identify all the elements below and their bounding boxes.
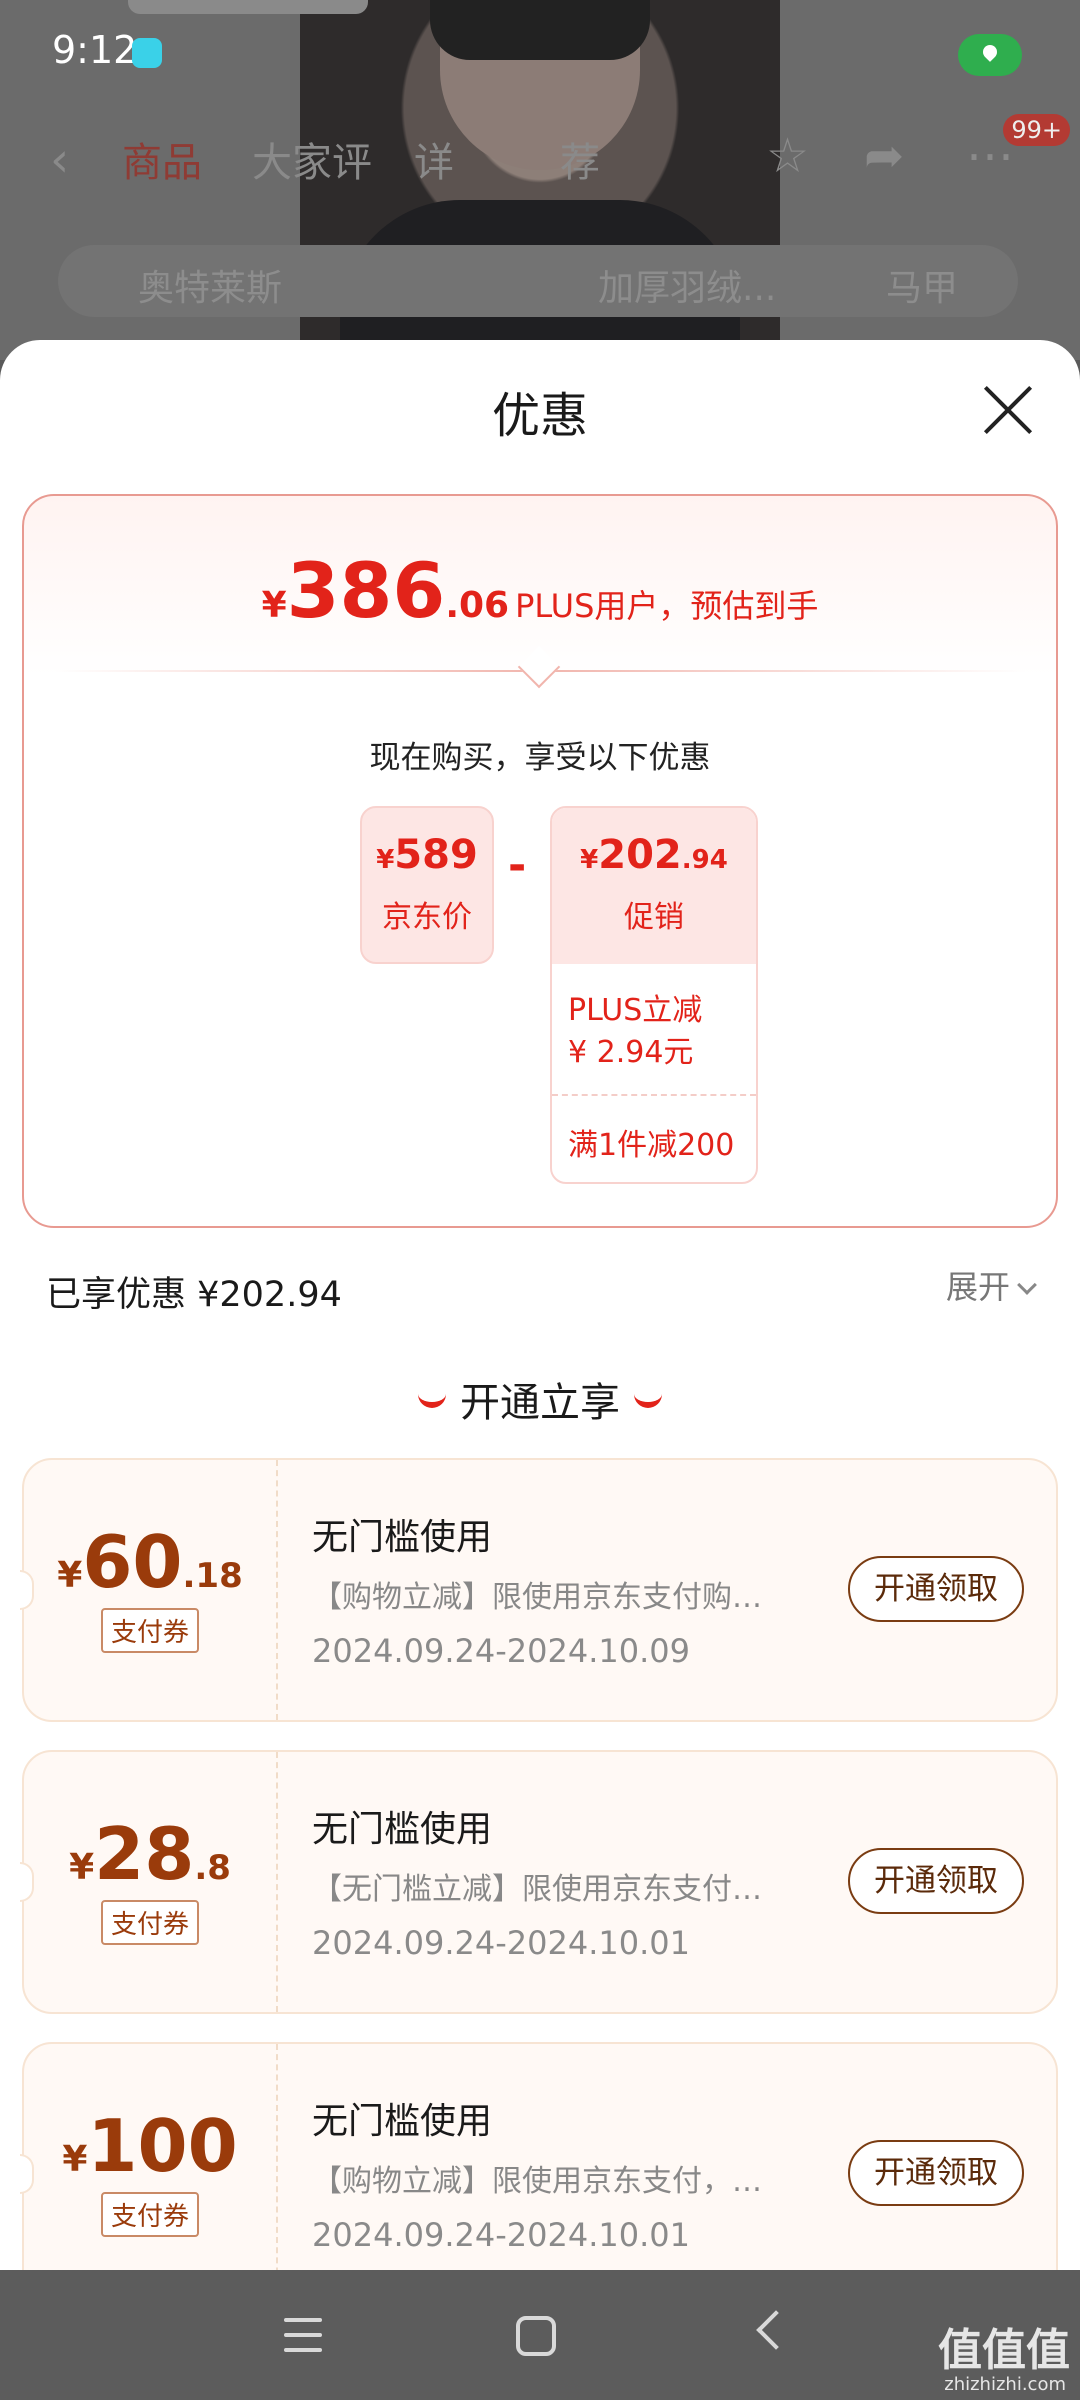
background-search-bar: 奥特莱斯 加厚羽绒... 马甲: [58, 245, 1018, 317]
section-title: 开通立享: [0, 1370, 1080, 1428]
coupon-description: 【购物立减】限使用京东支付购…: [312, 1580, 762, 1615]
coupon-tag: 支付券: [100, 1900, 199, 1945]
coupon-amount-panel: ¥60.18 支付券: [24, 1460, 278, 1720]
home-icon[interactable]: [516, 2316, 556, 2356]
currency-symbol: ¥: [62, 2139, 88, 2180]
coupon-description: 【无门槛立减】限使用京东支付…: [312, 1872, 762, 1907]
promo-value-int: 202: [598, 832, 682, 878]
currency-symbol: ¥: [261, 585, 287, 626]
chat-notification-icon: [132, 38, 162, 68]
activate-claim-button[interactable]: 开通领取: [848, 2140, 1024, 2206]
activate-claim-button[interactable]: 开通领取: [848, 1848, 1024, 1914]
location-icon: [958, 34, 1022, 76]
tab-details: 详: [414, 140, 454, 186]
coupon-amount-int: 28: [94, 1812, 195, 1896]
coupon-title: 无门槛使用: [312, 1809, 493, 1850]
jd-price-box: ¥589 京东价: [360, 806, 494, 964]
coupon-amount-panel: ¥100 支付券: [24, 2044, 278, 2270]
background-product-page: 9:12 ‹ 商品 大家评 详 荐 ☆ ➦ ⋯ 99+ 奥特莱斯 加厚羽绒...…: [0, 0, 1080, 360]
expand-button[interactable]: 展开: [945, 1262, 1037, 1308]
status-time: 9:12: [52, 28, 138, 72]
coupon-date: 2024.09.24-2024.10.01: [312, 1924, 690, 1962]
currency-symbol: ¥: [57, 1555, 83, 1596]
price-integer: 386: [286, 546, 446, 635]
smile-icon: [418, 1394, 446, 1408]
coupon-description: 【购物立减】限使用京东支付，…: [312, 2164, 762, 2199]
expand-label: 展开: [945, 1268, 1010, 1306]
tab-recommend: 荐: [560, 140, 600, 186]
status-pill: [128, 0, 368, 14]
activate-claim-button[interactable]: 开通领取: [848, 1556, 1024, 1622]
close-icon[interactable]: [980, 382, 1036, 438]
price-summary-card: ¥386.06 PLUS用户，预估到手 现在购买，享受以下优惠 ¥589 京东价 …: [22, 494, 1058, 1228]
coupon-title: 无门槛使用: [312, 2101, 493, 2142]
coupon-tag: 支付券: [100, 2192, 199, 2237]
tab-reviews: 大家评: [252, 140, 372, 186]
enjoyed-discount: 已享优惠 ¥202.94: [46, 1275, 342, 1315]
promo-label: 促销: [624, 900, 684, 935]
price-decimal: .06: [445, 585, 510, 626]
coupon-card: ¥100 支付券 无门槛使用 【购物立减】限使用京东支付，… 2024.09.2…: [20, 2042, 1058, 2270]
coupon-amount-dec: .18: [182, 1556, 243, 1596]
coupon-title: 无门槛使用: [312, 1517, 493, 1558]
now-buy-text: 现在购买，享受以下优惠: [369, 740, 711, 776]
divider-arrow: [517, 645, 561, 689]
smile-icon: [634, 1394, 662, 1408]
discount-sheet: 优惠 ¥386.06 PLUS用户，预估到手 现在购买，享受以下优惠 ¥589 京…: [0, 340, 1080, 2270]
sheet-title: 优惠: [491, 388, 588, 444]
recent-apps-icon[interactable]: [284, 2318, 322, 2352]
jd-price-value: 589: [394, 832, 478, 878]
product-nav-bar: ‹ 商品 大家评 详 荐 ☆ ➦ ⋯: [0, 120, 1080, 200]
coupon-date: 2024.09.24-2024.10.09: [312, 1632, 690, 1670]
star-icon: ☆: [766, 128, 810, 184]
currency-symbol: ¥: [376, 845, 395, 875]
share-icon: ➦: [864, 128, 905, 184]
coupon-amount-int: 100: [87, 2104, 238, 2188]
section-title-text: 开通立享: [460, 1380, 620, 1426]
search-chip: 马甲: [885, 268, 958, 309]
price-description: PLUS用户，预估到手: [515, 587, 819, 625]
promotion-box: ¥202.94 促销 PLUS立减 ¥ 2.94元 满1件减200: [550, 806, 758, 1184]
system-navigation-bar: [0, 2270, 1080, 2400]
estimated-price: ¥386.06 PLUS用户，预估到手: [24, 546, 1056, 635]
promo-item-plus-amount: ¥ 2.94元: [568, 1035, 694, 1070]
minus-sign: -: [508, 840, 527, 891]
watermark-logo: 值值值: [938, 2325, 1070, 2376]
back-icon[interactable]: [756, 2310, 796, 2350]
watermark-url: zhizhizhi.com: [944, 2374, 1066, 2395]
search-placeholder: 奥特莱斯: [138, 268, 283, 309]
jd-price-label: 京东价: [382, 900, 472, 935]
search-chip: 加厚羽绒...: [598, 268, 777, 309]
coupon-amount-dec: .8: [194, 1848, 231, 1888]
currency-symbol: ¥: [69, 1847, 95, 1888]
chevron-down-icon: [1017, 1275, 1037, 1295]
coupon-card: ¥60.18 支付券 无门槛使用 【购物立减】限使用京东支付购… 2024.09…: [20, 1458, 1058, 1722]
message-badge: 99+: [1003, 114, 1070, 146]
coupon-date: 2024.09.24-2024.10.01: [312, 2216, 690, 2254]
coupon-amount-int: 60: [82, 1520, 183, 1604]
promo-item-plus-title: PLUS立减: [568, 993, 703, 1028]
promo-item-plus: PLUS立减 ¥ 2.94元: [552, 964, 756, 1096]
promo-item-full-reduction: 满1件减200: [568, 1128, 735, 1163]
back-icon: ‹: [50, 132, 70, 188]
coupon-card: ¥28.8 支付券 无门槛使用 【无门槛立减】限使用京东支付… 2024.09.…: [20, 1750, 1058, 2014]
coupon-amount-panel: ¥28.8 支付券: [24, 1752, 278, 2012]
tab-goods: 商品: [122, 140, 202, 186]
currency-symbol: ¥: [580, 845, 599, 875]
coupon-tag: 支付券: [100, 1608, 199, 1653]
promo-value-dec: .94: [681, 845, 728, 875]
